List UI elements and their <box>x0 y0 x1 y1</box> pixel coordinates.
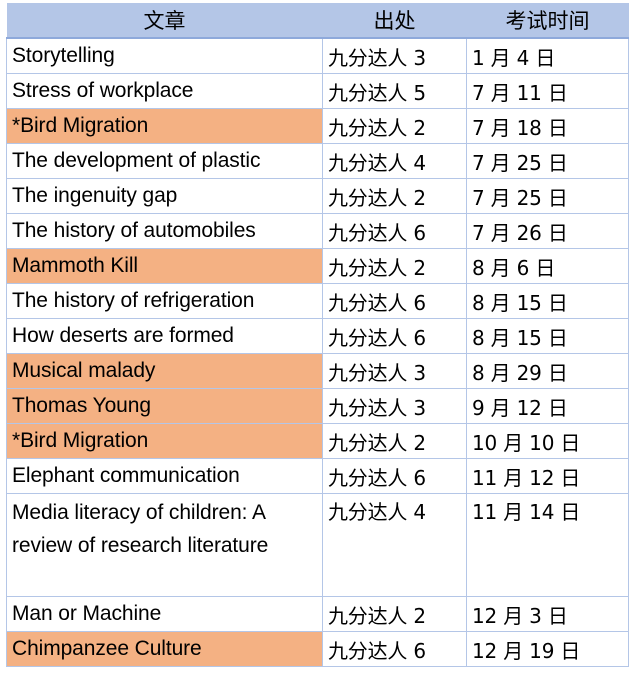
source-cell: 九分达人 2 <box>322 108 467 144</box>
exam-date-cell: 11 月 12 日 <box>466 458 629 494</box>
source-cell: 九分达人 6 <box>322 458 467 494</box>
exam-date-cell: 12 月 3 日 <box>466 596 629 632</box>
exam-date-cell: 7 月 11 日 <box>466 73 629 109</box>
source-cell: 九分达人 6 <box>322 283 467 319</box>
source-cell: 九分达人 2 <box>322 178 467 214</box>
article-title-cell: Musical malady <box>6 353 323 389</box>
exam-date-cell: 10 月 10 日 <box>466 423 629 459</box>
table-row: Chimpanzee Culture 九分达人 6 12 月 19 日 <box>6 631 629 667</box>
table-row: Storytelling 九分达人 31 月 4 日 <box>6 37 629 74</box>
article-title-cell: *Bird Migration <box>6 423 323 459</box>
article-title-cell: Elephant communication <box>6 458 323 494</box>
exam-date-cell: 7 月 25 日 <box>466 143 629 179</box>
source-cell: 九分达人 5 <box>322 73 467 109</box>
table-row: Elephant communication 九分达人 6 11 月 12 日 <box>6 458 629 494</box>
table-row: Mammoth Kill 九分达人 28 月 6 日 <box>6 248 629 284</box>
article-title-cell: The history of refrigeration <box>6 283 323 319</box>
article-title-cell: Stress of workplace <box>6 73 323 109</box>
exam-date-cell: 8 月 6 日 <box>466 248 629 284</box>
article-title-cell: The history of automobiles <box>6 213 323 249</box>
table-row: How deserts are formed 九分达人 68 月 15 日 <box>6 318 629 354</box>
article-title-cell: Media literacy of children: A review of … <box>6 493 323 597</box>
table-row: Media literacy of children: A review of … <box>6 493 629 597</box>
header-date: 考试时间 <box>466 3 629 39</box>
article-table: 文章 出处 考试时间 Storytelling 九分达人 31 月 4 日 Stre… <box>6 3 629 667</box>
exam-date-cell: 11 月 14 日 <box>466 493 629 597</box>
article-title-cell: The development of plastic <box>6 143 323 179</box>
article-title-cell: Chimpanzee Culture <box>6 631 323 667</box>
table-row: The history of refrigeration 九分达人 68 月 15… <box>6 283 629 319</box>
article-title-cell: Thomas Young <box>6 388 323 424</box>
exam-date-cell: 9 月 12 日 <box>466 388 629 424</box>
source-cell: 九分达人 2 <box>322 248 467 284</box>
header-article: 文章 <box>6 3 323 39</box>
article-title-cell: *Bird Migration <box>6 108 323 144</box>
source-cell: 九分达人 3 <box>322 353 467 389</box>
source-cell: 九分达人 6 <box>322 631 467 667</box>
table-row: The ingenuity gap 九分达人 27 月 25 日 <box>6 178 629 214</box>
table-body: Storytelling 九分达人 31 月 4 日 Stress of workp… <box>6 37 629 667</box>
article-title-cell: Man or Machine <box>6 596 323 632</box>
source-cell: 九分达人 4 <box>322 493 467 597</box>
table-row: Man or Machine 九分达人 2 12 月 3 日 <box>6 596 629 632</box>
source-cell: 九分达人 4 <box>322 143 467 179</box>
exam-date-cell: 12 月 19 日 <box>466 631 629 667</box>
table-row: Stress of workplace 九分达人 57 月 11 日 <box>6 73 629 109</box>
table-row: *Bird Migration 九分达人 27 月 18 日 <box>6 108 629 144</box>
table-row: *Bird Migration 九分达人 2 10 月 10 日 <box>6 423 629 459</box>
exam-date-cell: 1 月 4 日 <box>466 37 629 74</box>
table-row: The development of plastic 九分达人 47 月 25 日 <box>6 143 629 179</box>
exam-date-cell: 8 月 15 日 <box>466 283 629 319</box>
source-cell: 九分达人 2 <box>322 596 467 632</box>
source-cell: 九分达人 6 <box>322 213 467 249</box>
article-title-cell: Mammoth Kill <box>6 248 323 284</box>
source-cell: 九分达人 3 <box>322 388 467 424</box>
source-cell: 九分达人 6 <box>322 318 467 354</box>
article-title-cell: Storytelling <box>6 37 323 74</box>
table-row: The history of automobiles 九分达人 67 月 26 日 <box>6 213 629 249</box>
table-header-row: 文章 出处 考试时间 <box>6 3 629 39</box>
source-cell: 九分达人 2 <box>322 423 467 459</box>
article-title-cell: The ingenuity gap <box>6 178 323 214</box>
header-source: 出处 <box>322 3 467 39</box>
source-cell: 九分达人 3 <box>322 37 467 74</box>
table-row: Thomas Young 九分达人 39 月 12 日 <box>6 388 629 424</box>
exam-date-cell: 8 月 15 日 <box>466 318 629 354</box>
exam-date-cell: 7 月 18 日 <box>466 108 629 144</box>
exam-date-cell: 7 月 25 日 <box>466 178 629 214</box>
exam-date-cell: 8 月 29 日 <box>466 353 629 389</box>
article-title-cell: How deserts are formed <box>6 318 323 354</box>
exam-date-cell: 7 月 26 日 <box>466 213 629 249</box>
table-row: Musical malady 九分达人 38 月 29 日 <box>6 353 629 389</box>
